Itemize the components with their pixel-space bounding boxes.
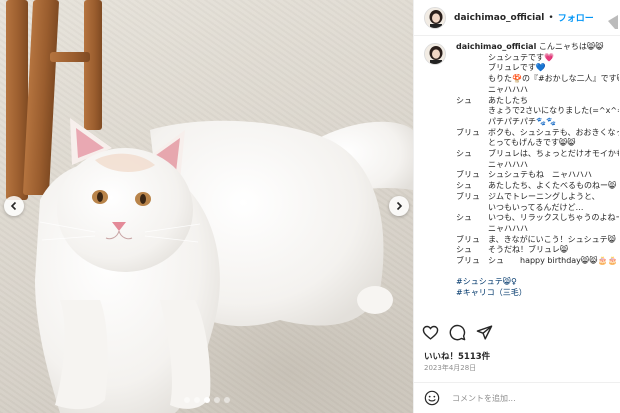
caption-line: ブリュレです💙	[456, 63, 619, 74]
post-side-panel: daichimao_official • フォロー daichimao_offi…	[413, 0, 620, 413]
follow-button[interactable]: フォロー	[558, 11, 594, 24]
share-button[interactable]	[476, 324, 493, 341]
share-icon	[476, 324, 493, 340]
post-header: daichimao_official • フォロー	[414, 0, 620, 36]
separator: •	[548, 12, 554, 23]
speaker-label: シュ	[456, 213, 472, 223]
caption-line-text: ニャハハハ	[488, 223, 528, 233]
speaker-label: シュ	[456, 95, 472, 105]
caption-line: ブリュ ま、きながにいこう！シュシュテ😸	[456, 235, 619, 246]
caption-line: シュシュテです💗	[456, 53, 619, 64]
caption-line-text: とってもげんきです😸😸	[488, 138, 576, 148]
speaker-label: ブリュ	[456, 234, 480, 244]
comment-icon	[449, 324, 466, 340]
carousel-dot	[223, 397, 230, 403]
caption-line-text: ジムでトレーニングしようと、	[488, 191, 600, 201]
caption-line-text: こんニャちは😸😸	[538, 42, 604, 51]
more-icon[interactable]	[606, 7, 618, 29]
speaker-label: ブリュ	[456, 256, 480, 266]
caption-line-text: シュシュテもね ニャハハハ	[488, 170, 592, 180]
chevron-left-icon	[10, 201, 17, 211]
caption-line-text: ま、きながにいこう！シュシュテ😸	[488, 234, 617, 244]
hashtag-link[interactable]: #シュシュテ😸♀	[456, 277, 619, 288]
caption-line-text: ブリュレです💙	[488, 63, 546, 73]
post-photo	[0, 0, 413, 413]
caption-line: ブリュ シュシュテもね ニャハハハ	[456, 170, 619, 181]
avatar[interactable]	[424, 43, 446, 65]
caption-text: daichimao_official こんニャちは😸😸 シュシュテです💗 ブリュレで…	[456, 42, 619, 299]
caption-line: ニャハハハ	[456, 85, 619, 96]
carousel-dot	[203, 397, 210, 403]
caption-line: daichimao_official こんニャちは😸😸	[456, 42, 619, 53]
caption-line-text: いつもいってるんだけど…	[488, 202, 584, 212]
caption-line: ニャハハハ	[456, 160, 619, 171]
caption-line: もりた🍄の『#おかしな二人』です😸	[456, 74, 619, 85]
carousel-dot	[213, 397, 220, 403]
speaker-label: シュ	[456, 149, 472, 159]
speaker-label: シュ	[456, 181, 472, 191]
comment-bar	[414, 382, 620, 413]
speaker-label: ブリュ	[456, 170, 480, 180]
caption-line-text: そうだね！ブリュレ😸	[488, 245, 569, 255]
caption-line: ブリュ ジムでトレーニングしようと、	[456, 192, 619, 203]
caption-line-text: きょうで2さいになりました(=^x^=)	[488, 106, 619, 116]
caption-line-text: もりた🍄の『#おかしな二人』です😸	[488, 74, 619, 84]
caption-line: シュ あたしたち	[456, 96, 619, 107]
caption-line-text: シュ happy birthday😸😸🎂🎂	[488, 256, 618, 266]
caption-username[interactable]: daichimao_official	[456, 42, 536, 51]
caption-line-text: ボクも、シュシュテも、おおきくなって	[488, 127, 619, 137]
caption-line: ブリュ シュ happy birthday😸😸🎂🎂	[456, 256, 619, 267]
post-caption: daichimao_official こんニャちは😸😸 シュシュテです💗 ブリュレで…	[424, 42, 619, 324]
post-date: 2023年4月28日	[424, 364, 477, 372]
caption-line: とってもげんきです😸😸	[456, 138, 619, 149]
caption-line: いつもいってるんだけど…	[456, 203, 619, 214]
caption-line-text: シュシュテです💗	[488, 52, 554, 62]
caption-line-text: ニャハハハ	[488, 159, 528, 169]
caption-line-text: あたしたち、よくたべるものねー😸	[488, 181, 617, 191]
caption-line: シュ あたしたち、よくたべるものねー😸	[456, 181, 619, 192]
carousel-next-button[interactable]	[389, 196, 409, 216]
caption-line-text: パチパチパチ🐾🐾	[488, 116, 556, 126]
carousel-prev-button[interactable]	[4, 196, 24, 216]
carousel-dot	[183, 397, 190, 403]
caption-line: シュ そうだね！ブリュレ😸	[456, 245, 619, 256]
comment-button[interactable]	[449, 324, 466, 341]
heart-icon	[422, 325, 439, 340]
caption-line: シュ いつも、リラックスしちゃうのよねー	[456, 213, 619, 224]
speaker-label: シュ	[456, 245, 472, 255]
speaker-label: ブリュ	[456, 127, 480, 137]
like-count[interactable]: いいね！5113件	[424, 350, 490, 362]
caption-line: ブリュ ボクも、シュシュテも、おおきくなって	[456, 128, 619, 139]
comment-input[interactable]	[452, 393, 602, 403]
carousel-indicator	[0, 397, 413, 403]
like-button[interactable]	[422, 324, 439, 341]
avatar-image	[425, 7, 445, 28]
post-username[interactable]: daichimao_official	[454, 13, 544, 23]
caption-line: パチパチパチ🐾🐾	[456, 117, 619, 128]
caption-line-text: ブリュレは、ちょっとだけオモイかも	[488, 149, 619, 159]
chevron-right-icon	[396, 201, 403, 211]
white-cat	[35, 118, 413, 413]
speaker-label: ブリュ	[456, 191, 480, 201]
caption-line: きょうで2さいになりました(=^x^=)	[456, 106, 619, 117]
caption-line-text: ニャハハハ	[488, 84, 528, 94]
caption-line-text: いつも、リラックスしちゃうのよねー	[488, 213, 619, 223]
caption-line: ニャハハハ	[456, 224, 619, 235]
carousel-dot	[193, 397, 200, 403]
avatar-image	[425, 44, 445, 64]
caption-line: シュ ブリュレは、ちょっとだけオモイかも	[456, 149, 619, 160]
avatar[interactable]	[424, 6, 446, 29]
hashtag-link[interactable]: #キャリコ（三毛）	[456, 288, 619, 299]
emoji-icon[interactable]	[424, 390, 440, 406]
caption-line-text: あたしたち	[488, 95, 528, 105]
action-bar	[422, 323, 493, 341]
